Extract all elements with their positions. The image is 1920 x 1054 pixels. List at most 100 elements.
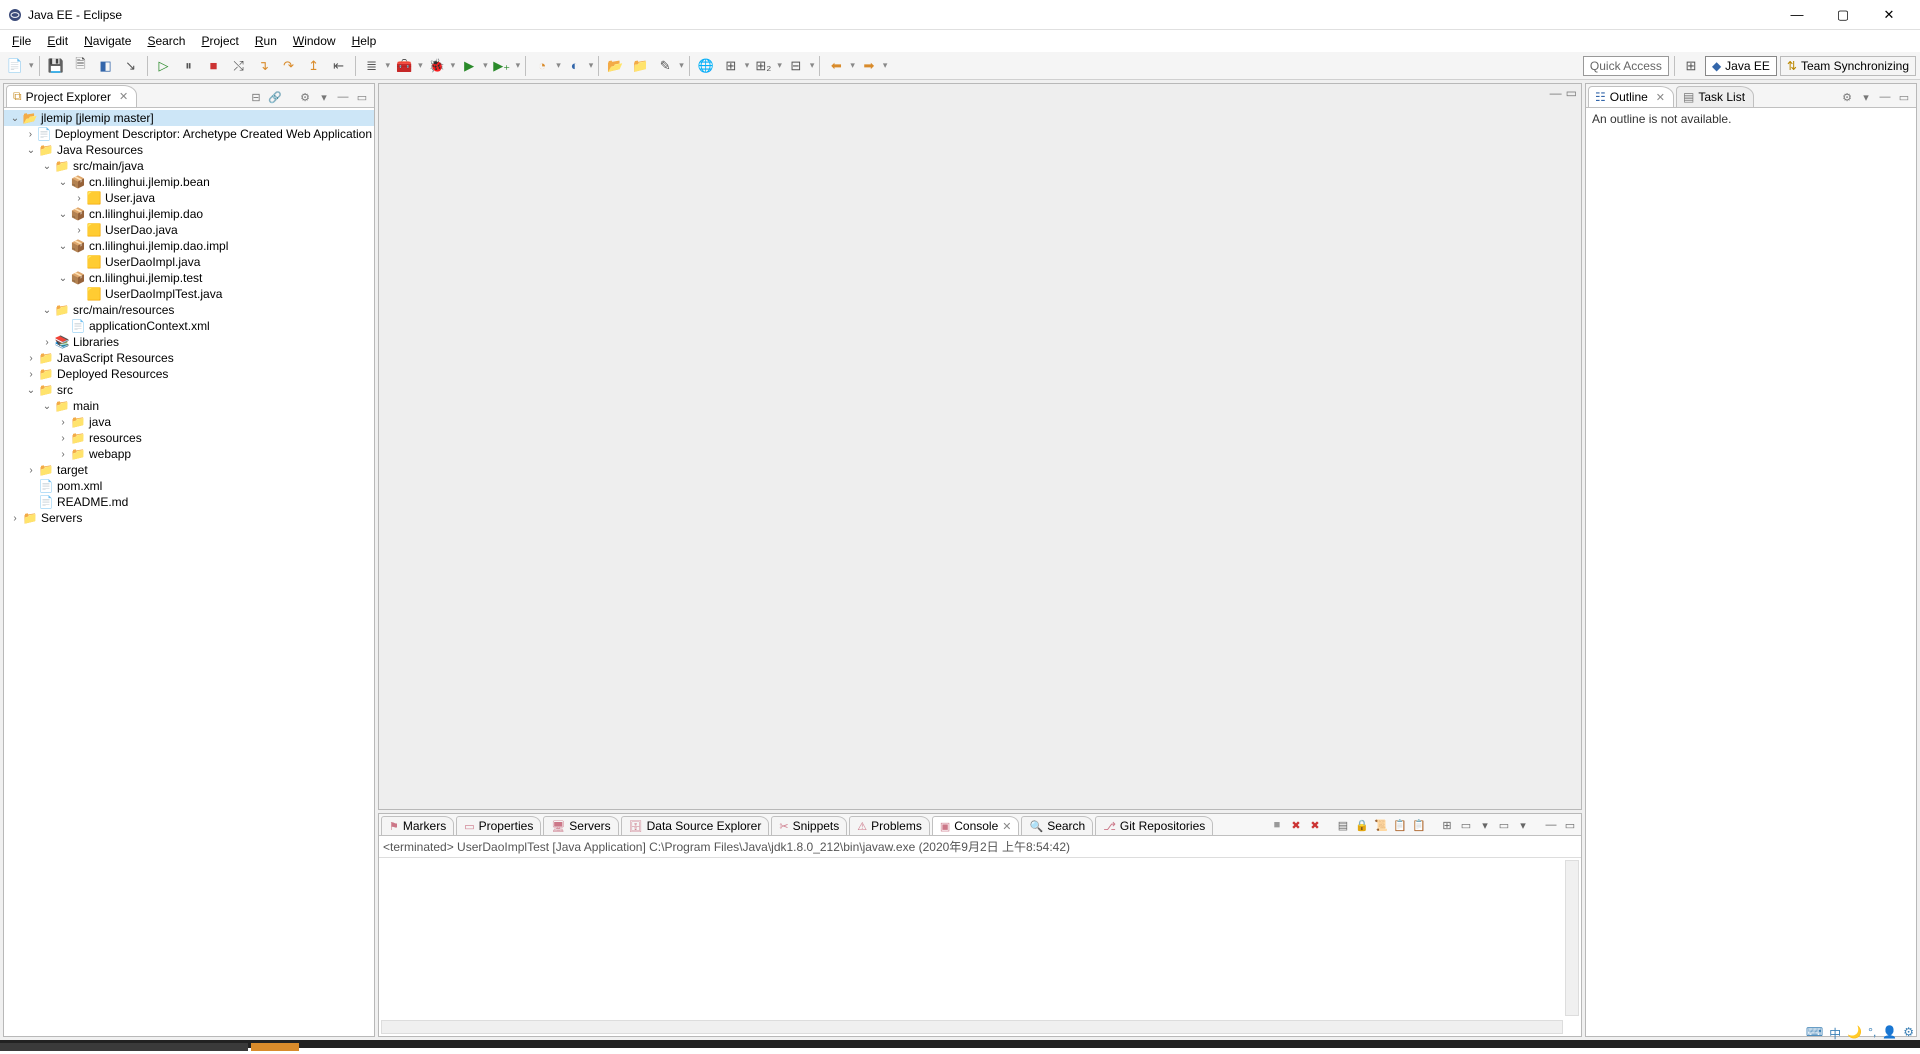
run-last-button[interactable]: ▶₊ bbox=[491, 55, 513, 77]
menu-file[interactable]: File bbox=[4, 32, 39, 50]
expand-toggle[interactable]: › bbox=[72, 225, 86, 236]
minimize-view-button[interactable]: — bbox=[335, 89, 351, 105]
tree-node[interactable]: ⌄📂jlemip [jlemip master] bbox=[4, 110, 374, 126]
view-menu-button[interactable]: ⚙ bbox=[1839, 89, 1855, 105]
expand-toggle[interactable]: › bbox=[56, 433, 70, 444]
expand-toggle[interactable]: › bbox=[24, 353, 38, 364]
expand-toggle[interactable]: ⌄ bbox=[40, 305, 54, 316]
new-server-button[interactable]: 📂 bbox=[604, 55, 626, 77]
tree-node[interactable]: ›📁target bbox=[4, 462, 374, 478]
view-menu-button[interactable]: ⚙ bbox=[297, 89, 313, 105]
expand-toggle[interactable]: ⌄ bbox=[24, 145, 38, 156]
save-button[interactable]: 💾 bbox=[45, 55, 67, 77]
tab-markers[interactable]: ⚑Markers bbox=[381, 816, 454, 835]
suspend-button[interactable]: ⏸ bbox=[178, 55, 200, 77]
editor-area[interactable]: — ▭ bbox=[378, 83, 1582, 810]
tree-node[interactable]: 🟨UserDaoImplTest.java bbox=[4, 286, 374, 302]
tree-node[interactable]: ⌄📁src/main/resources bbox=[4, 302, 374, 318]
console-toolbar-button[interactable]: ■ bbox=[1269, 817, 1285, 833]
drop-frame-button[interactable]: ⇤ bbox=[328, 55, 350, 77]
forward-button[interactable]: ➡ bbox=[858, 55, 880, 77]
console-toolbar-button[interactable]: ▭ bbox=[1496, 817, 1512, 833]
console-toolbar-button[interactable]: ▾ bbox=[1477, 817, 1493, 833]
console-toolbar-button[interactable]: ▤ bbox=[1335, 817, 1351, 833]
maximize-view-button[interactable]: ▭ bbox=[1896, 89, 1912, 105]
expand-toggle[interactable]: › bbox=[56, 417, 70, 428]
tool-button[interactable]: ↘ bbox=[120, 55, 142, 77]
ime-icon[interactable]: ⌨ bbox=[1806, 1025, 1823, 1042]
tree-node[interactable]: ⌄📁src/main/java bbox=[4, 158, 374, 174]
tree-node[interactable]: ›📁resources bbox=[4, 430, 374, 446]
minimize-view-button[interactable]: — bbox=[1550, 86, 1562, 100]
maximize-button[interactable]: ▢ bbox=[1820, 0, 1866, 30]
dropdown-icon[interactable]: ▾ bbox=[316, 89, 332, 105]
expand-toggle[interactable]: ⌄ bbox=[40, 401, 54, 412]
console-output[interactable] bbox=[379, 858, 1581, 1036]
console-toolbar-button[interactable]: — bbox=[1543, 817, 1559, 833]
close-icon[interactable]: ✕ bbox=[1002, 820, 1011, 833]
tab-servers[interactable]: 🖥Servers bbox=[543, 816, 618, 835]
open-perspective-button[interactable]: ⊞ bbox=[1680, 55, 1702, 77]
console-toolbar-button[interactable]: ✖ bbox=[1307, 817, 1323, 833]
expand-toggle[interactable]: › bbox=[24, 129, 37, 140]
tree-node[interactable]: ›📁java bbox=[4, 414, 374, 430]
tool-button[interactable]: ⊞ bbox=[720, 55, 742, 77]
tree-node[interactable]: ›📁JavaScript Resources bbox=[4, 350, 374, 366]
expand-toggle[interactable]: › bbox=[72, 193, 86, 204]
tree-node[interactable]: ⌄📦cn.lilinghui.jlemip.dao.impl bbox=[4, 238, 374, 254]
tool-button[interactable]: ◧ bbox=[95, 55, 117, 77]
close-button[interactable]: ✕ bbox=[1866, 0, 1912, 30]
expand-toggle[interactable]: › bbox=[24, 369, 38, 380]
tree-node[interactable]: ›📁Servers bbox=[4, 510, 374, 526]
console-toolbar-button[interactable]: 🔒 bbox=[1354, 817, 1370, 833]
console-toolbar-button[interactable]: ✖ bbox=[1288, 817, 1304, 833]
menu-run[interactable]: Run bbox=[247, 32, 285, 50]
console-toolbar-button[interactable]: ▭ bbox=[1562, 817, 1578, 833]
tree-node[interactable]: ›📁Deployed Resources bbox=[4, 366, 374, 382]
tool-button[interactable]: ⊟ bbox=[785, 55, 807, 77]
tree-node[interactable]: ›🟨User.java bbox=[4, 190, 374, 206]
step-return-button[interactable]: ↥ bbox=[303, 55, 325, 77]
tab-git-repositories[interactable]: ⎇Git Repositories bbox=[1095, 816, 1213, 835]
tree-node[interactable]: ›🟨UserDao.java bbox=[4, 222, 374, 238]
expand-toggle[interactable]: › bbox=[8, 513, 22, 524]
tool-button[interactable]: ◔ bbox=[531, 55, 553, 77]
expand-toggle[interactable]: ⌄ bbox=[56, 209, 70, 220]
collapse-all-button[interactable]: ⊟ bbox=[248, 89, 264, 105]
tab-properties[interactable]: ▭Properties bbox=[456, 816, 541, 835]
outline-tab[interactable]: ☷ Outline ✕ bbox=[1588, 86, 1674, 107]
console-toolbar-button[interactable]: 📋 bbox=[1392, 817, 1408, 833]
tree-node[interactable]: ⌄📁Java Resources bbox=[4, 142, 374, 158]
menu-project[interactable]: Project bbox=[193, 32, 246, 50]
expand-toggle[interactable]: › bbox=[40, 337, 54, 348]
step-into-button[interactable]: ↴ bbox=[253, 55, 275, 77]
debug-button[interactable]: 🐞 bbox=[426, 55, 448, 77]
back-button[interactable]: ⬅ bbox=[825, 55, 847, 77]
tree-node[interactable]: 📄README.md bbox=[4, 494, 374, 510]
tool-button[interactable]: ◐ bbox=[564, 55, 586, 77]
expand-toggle[interactable]: ⌄ bbox=[40, 161, 54, 172]
tab-snippets[interactable]: ✂Snippets bbox=[771, 816, 847, 835]
tool-button[interactable]: ✎ bbox=[654, 55, 676, 77]
tree-node[interactable]: 🟨UserDaoImpl.java bbox=[4, 254, 374, 270]
tree-node[interactable]: ⌄📦cn.lilinghui.jlemip.bean bbox=[4, 174, 374, 190]
console-toolbar-button[interactable]: 📜 bbox=[1373, 817, 1389, 833]
expand-toggle[interactable]: ⌄ bbox=[8, 113, 22, 124]
expand-toggle[interactable]: › bbox=[24, 465, 38, 476]
link-editor-button[interactable]: 🔗 bbox=[267, 89, 283, 105]
save-all-button[interactable]: 🗎 bbox=[70, 55, 92, 77]
task-list-tab[interactable]: ▤ Task List bbox=[1676, 86, 1754, 107]
tab-search[interactable]: 🔍Search bbox=[1021, 816, 1093, 835]
tree-node[interactable]: ⌄📦cn.lilinghui.jlemip.dao bbox=[4, 206, 374, 222]
expand-toggle[interactable]: ⌄ bbox=[56, 241, 70, 252]
console-toolbar-button[interactable]: ⊞ bbox=[1439, 817, 1455, 833]
tab-console[interactable]: ▣Console✕ bbox=[932, 816, 1020, 835]
menu-navigate[interactable]: Navigate bbox=[76, 32, 139, 50]
tab-data-source-explorer[interactable]: 🗄Data Source Explorer bbox=[621, 816, 770, 835]
console-toolbar-button[interactable]: ▾ bbox=[1515, 817, 1531, 833]
moon-icon[interactable]: 🌙 bbox=[1847, 1025, 1862, 1042]
tool-button[interactable]: 🌐 bbox=[695, 55, 717, 77]
tool-button[interactable]: 🧰 bbox=[393, 55, 415, 77]
expand-toggle[interactable]: ⌄ bbox=[56, 177, 70, 188]
tree-node[interactable]: ›📁webapp bbox=[4, 446, 374, 462]
